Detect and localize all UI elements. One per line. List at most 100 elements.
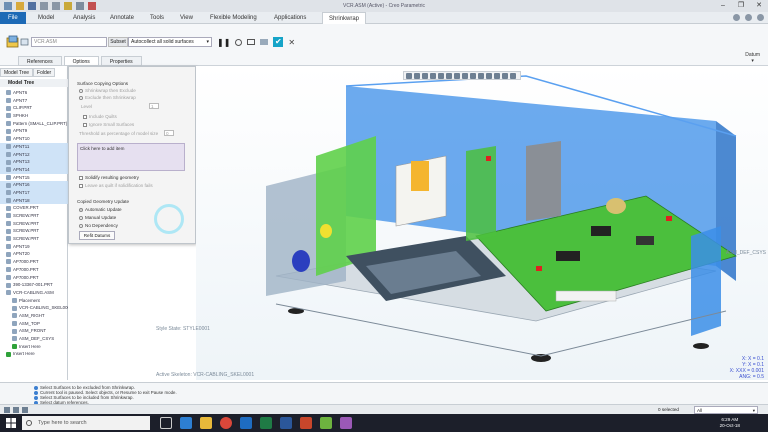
tab-view[interactable]: View bbox=[180, 12, 193, 24]
minimize-ribbon-icon[interactable] bbox=[745, 14, 752, 21]
tree-item[interactable]: ASM_FRONT bbox=[0, 327, 68, 335]
creo-icon[interactable] bbox=[320, 417, 332, 429]
annotation-display-icon[interactable] bbox=[478, 72, 484, 79]
refit-datums-button[interactable]: Refit Datums bbox=[79, 231, 115, 240]
tree-item[interactable]: APNT6 bbox=[0, 89, 68, 97]
tree-item[interactable]: APNT7 bbox=[0, 97, 68, 105]
checkbox-leave-as-quilt[interactable]: Leave as quilt if solidification fails bbox=[79, 183, 153, 188]
tab-analysis[interactable]: Analysis bbox=[73, 12, 95, 24]
toggle-navigator-icon[interactable] bbox=[4, 407, 10, 413]
tab-options[interactable]: Options bbox=[63, 56, 99, 66]
tab-file[interactable]: File bbox=[0, 12, 26, 24]
appearance-icon[interactable] bbox=[502, 72, 508, 79]
tab-properties[interactable]: Properties bbox=[100, 56, 142, 66]
tree-item[interactable]: 390-13367-001.PRT bbox=[0, 281, 68, 289]
fullscreen-icon[interactable] bbox=[22, 407, 28, 413]
tab-tools[interactable]: Tools bbox=[150, 12, 164, 24]
tree-item[interactable]: APNT19 bbox=[0, 243, 68, 251]
tree-item[interactable]: SCREW.PRT bbox=[0, 227, 68, 235]
tab-applications[interactable]: Applications bbox=[274, 12, 306, 24]
tree-item[interactable]: APNT15 bbox=[0, 174, 68, 182]
repaint-icon[interactable] bbox=[430, 72, 436, 79]
no-preview-icon[interactable] bbox=[235, 38, 243, 46]
chrome-icon[interactable] bbox=[220, 417, 232, 429]
tree-item[interactable]: COVER.PRT bbox=[0, 204, 68, 212]
refit-icon[interactable] bbox=[406, 72, 412, 79]
radio-no-dependency[interactable]: No Dependency bbox=[79, 223, 118, 228]
tree-item[interactable]: Pattern (SMALL_CLIP.PRT) bbox=[0, 120, 68, 128]
tab-flexible-modeling[interactable]: Flexible Modeling bbox=[210, 12, 257, 24]
zoom-in-icon[interactable] bbox=[414, 72, 420, 79]
radio-shrinkwrap-then-exclude[interactable]: Shrinkwrap then Exclude bbox=[79, 88, 136, 93]
verify-icon[interactable] bbox=[260, 39, 269, 45]
reference-field[interactable]: VCR.ASM bbox=[31, 37, 107, 47]
powerpoint-icon[interactable] bbox=[300, 417, 312, 429]
saved-orientations-icon[interactable] bbox=[446, 72, 452, 79]
tree-item[interactable]: SCREW.PRT bbox=[0, 220, 68, 228]
radio-manual-update[interactable]: Manual Update bbox=[79, 215, 116, 220]
datum-display-icon[interactable] bbox=[470, 72, 476, 79]
tree-item[interactable]: APNT18 bbox=[0, 196, 68, 205]
tree-item[interactable]: SPHKH bbox=[0, 112, 68, 120]
selection-filter-dropdown[interactable]: All ▾ bbox=[694, 406, 758, 414]
tab-model-tree[interactable]: Model Tree bbox=[0, 68, 34, 77]
tree-item[interactable]: APNT13 bbox=[0, 158, 68, 166]
taskbar-search-input[interactable]: Type here to search bbox=[22, 416, 150, 430]
subset-dropdown[interactable]: Autocollect all solid surfaces ▾ bbox=[128, 37, 212, 47]
tree-item[interactable]: CLIP.PRT bbox=[0, 104, 68, 112]
file-explorer-icon[interactable] bbox=[200, 417, 212, 429]
graphics-viewport[interactable]: Style State: STYLE0001 Active Skeleton: … bbox=[156, 66, 768, 380]
surface-collector[interactable]: Click here to add item bbox=[77, 143, 185, 171]
minimize-button[interactable]: – bbox=[714, 0, 732, 12]
tree-item[interactable]: AP7000.PRT bbox=[0, 266, 68, 274]
view-manager-icon[interactable] bbox=[454, 72, 460, 79]
tree-item[interactable]: Insert Here bbox=[0, 343, 68, 351]
tree-item[interactable]: APNT11 bbox=[0, 142, 68, 151]
tree-item[interactable]: APNT20 bbox=[0, 250, 68, 258]
tree-item[interactable]: SCREW.PRT bbox=[0, 212, 68, 220]
tree-item[interactable]: APNT10 bbox=[0, 135, 68, 143]
toggle-browser-icon[interactable] bbox=[13, 407, 19, 413]
apply-button[interactable]: ✔ bbox=[273, 37, 284, 47]
tab-annotate[interactable]: Annotate bbox=[110, 12, 134, 24]
tree-item[interactable]: Insert Here bbox=[0, 350, 68, 358]
edge-icon[interactable] bbox=[180, 417, 192, 429]
tree-item[interactable]: ASM_TOP bbox=[0, 320, 68, 328]
tab-references[interactable]: References bbox=[18, 56, 62, 66]
tree-item[interactable]: AP7000.PRT bbox=[0, 258, 68, 266]
tree-item[interactable]: VCR-CABLING_SKEL0001.PRT bbox=[0, 304, 68, 312]
windows-logo-icon[interactable] bbox=[6, 418, 16, 428]
radio-automatic-update[interactable]: Automatic Update bbox=[79, 207, 122, 212]
spin-center-icon[interactable] bbox=[486, 72, 492, 79]
tree-item[interactable]: ASM_DEF_CSYS bbox=[0, 335, 68, 343]
tab-folder-browser[interactable]: Folder bbox=[33, 68, 56, 77]
tree-item[interactable]: ASM_RIGHT bbox=[0, 312, 68, 320]
help-icon[interactable] bbox=[733, 14, 740, 21]
tree-item[interactable]: AP7000.PRT bbox=[0, 274, 68, 282]
tab-shrinkwrap[interactable]: Shrinkwrap bbox=[322, 12, 367, 24]
task-view-icon[interactable] bbox=[160, 417, 172, 429]
checkbox-solidify[interactable]: Solidify resulting geometry bbox=[79, 175, 139, 180]
excel-icon[interactable] bbox=[260, 417, 272, 429]
preview-icon[interactable] bbox=[247, 39, 256, 45]
tree-item[interactable]: SCREW.PRT bbox=[0, 235, 68, 243]
snipping-icon[interactable] bbox=[340, 417, 352, 429]
datum-group[interactable]: Datum ▾ bbox=[745, 52, 760, 64]
word-icon[interactable] bbox=[280, 417, 292, 429]
tab-model[interactable]: Model bbox=[38, 12, 54, 24]
checkbox-include-quilts[interactable]: Include Quilts bbox=[83, 114, 117, 119]
tree-item[interactable]: APNT9 bbox=[0, 127, 68, 135]
cancel-button[interactable]: ✕ bbox=[288, 38, 295, 47]
tree-item[interactable]: VCR-CABLING.ASM bbox=[0, 289, 68, 297]
tree-item[interactable]: APNT14 bbox=[0, 165, 68, 174]
search-help-icon[interactable] bbox=[757, 14, 764, 21]
taskbar-clock[interactable]: 6:29 AM 20-Oct-18 bbox=[720, 417, 740, 429]
pause-icon[interactable]: ❚❚ bbox=[217, 38, 230, 47]
tree-item[interactable]: APNT12 bbox=[0, 150, 68, 159]
zoom-out-icon[interactable] bbox=[422, 72, 428, 79]
maximize-button[interactable]: ❐ bbox=[732, 0, 750, 12]
tree-item[interactable]: APNT17 bbox=[0, 188, 68, 197]
tree-item[interactable]: APNT16 bbox=[0, 181, 68, 189]
threshold-field[interactable]: 0 bbox=[164, 130, 174, 136]
level-field[interactable]: 1 bbox=[149, 103, 159, 109]
